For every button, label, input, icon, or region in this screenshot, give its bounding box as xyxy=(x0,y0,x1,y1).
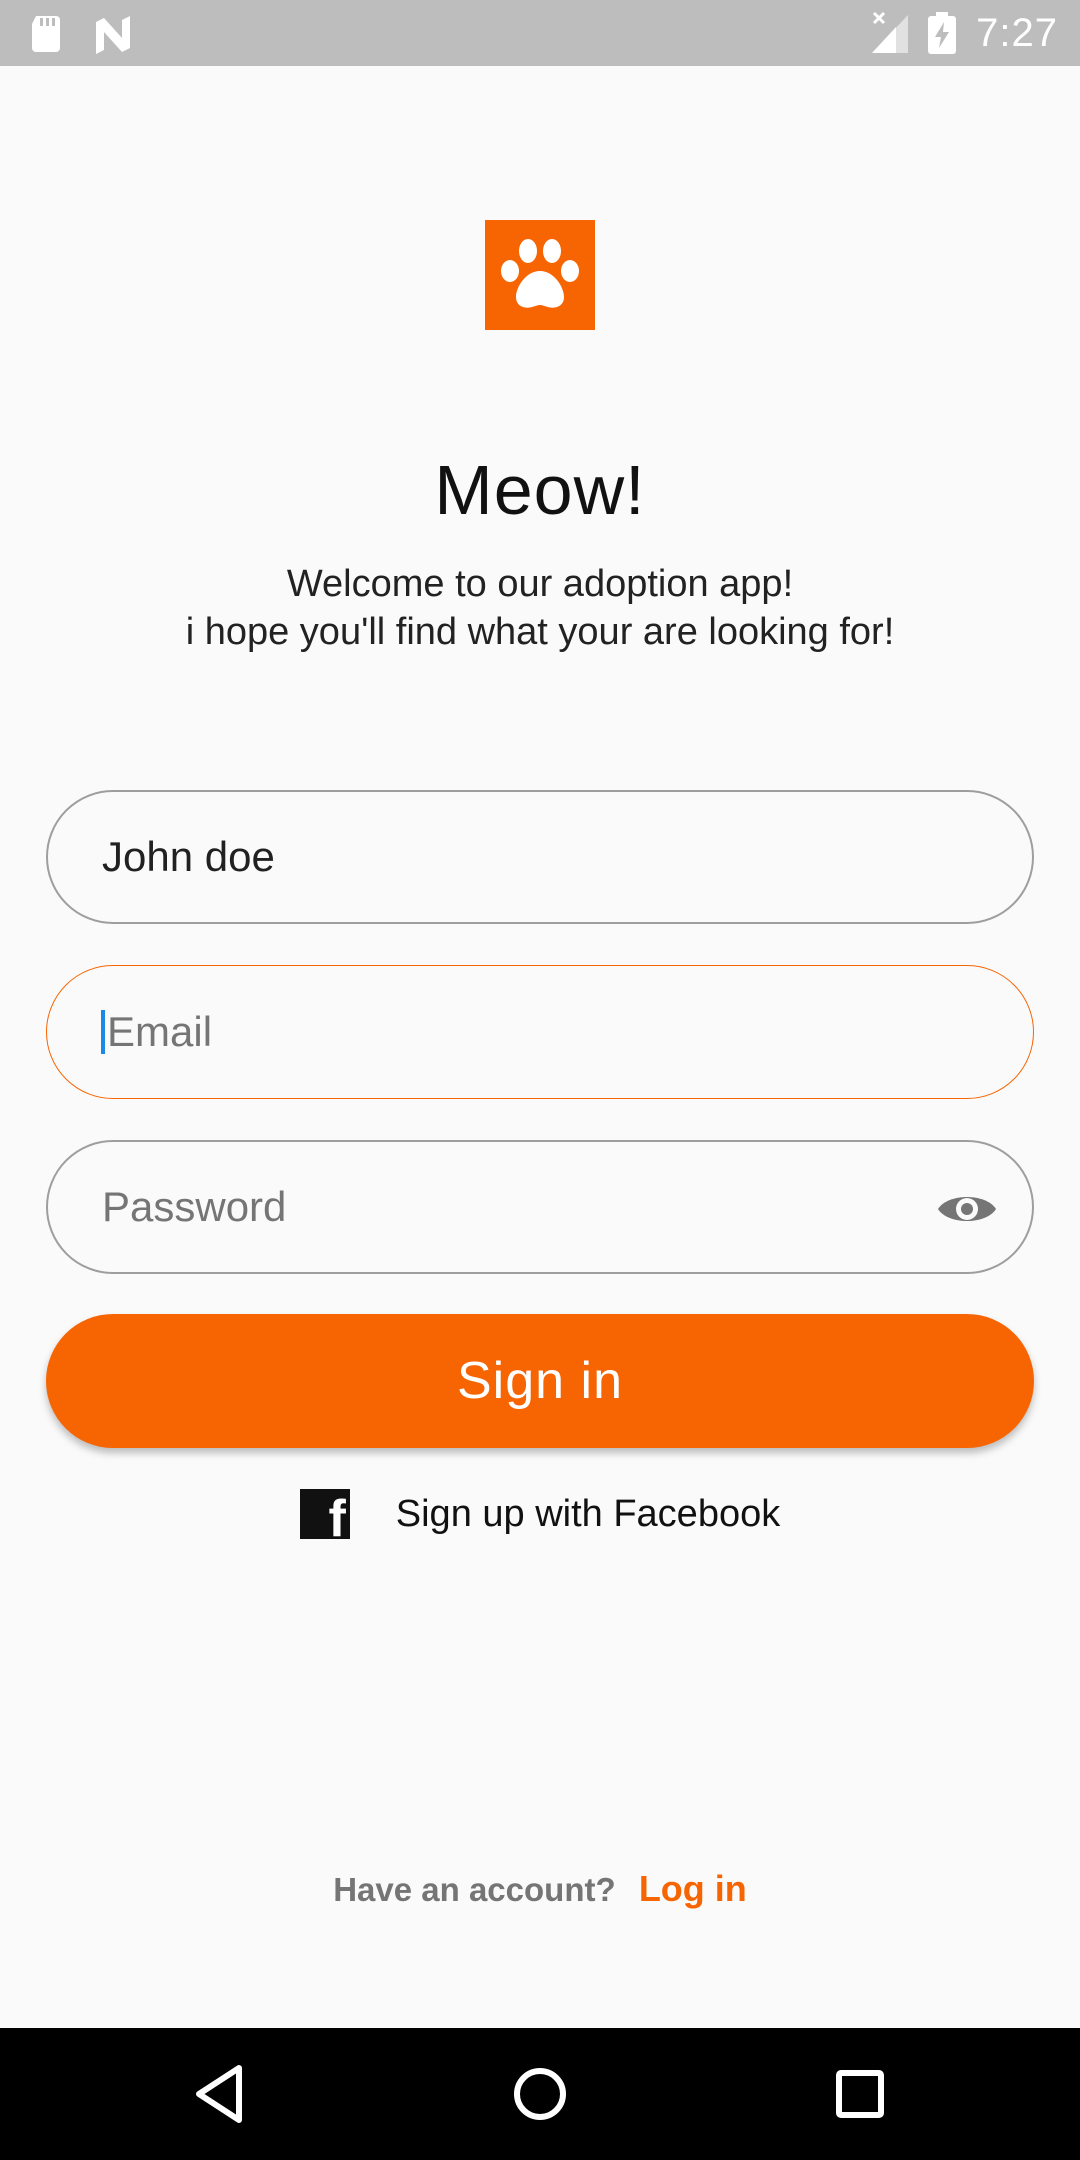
status-time: 7:27 xyxy=(976,10,1058,55)
battery-charging-icon xyxy=(928,12,957,54)
recents-icon[interactable] xyxy=(824,2058,896,2130)
login-prompt: Have an account? Log in xyxy=(0,1868,1080,1910)
page-title: Meow! xyxy=(434,451,646,529)
log-in-link[interactable]: Log in xyxy=(639,1868,747,1909)
have-account-text: Have an account? xyxy=(333,1871,616,1908)
paw-icon xyxy=(501,239,579,308)
email-field[interactable]: Email xyxy=(46,965,1034,1099)
facebook-signup-button[interactable]: f Sign up with Facebook xyxy=(0,1488,1080,1540)
app-logo xyxy=(485,220,595,330)
subtitle-line-1: Welcome to our adoption app! xyxy=(286,563,794,605)
name-value: John doe xyxy=(102,833,275,880)
n-notification-icon xyxy=(96,16,130,54)
facebook-icon: f xyxy=(299,1489,350,1539)
subtitle-line-2: i hope you'll find what your are looking… xyxy=(185,611,895,653)
status-right-icons: 7:27 xyxy=(870,0,1058,66)
show-password-button[interactable] xyxy=(936,1184,998,1234)
back-icon[interactable] xyxy=(185,2058,257,2130)
name-field[interactable]: John doe xyxy=(46,790,1034,924)
email-placeholder: Email xyxy=(107,1008,213,1055)
sign-in-button[interactable]: Sign in xyxy=(46,1314,1034,1448)
welcome-subtitle: Welcome to our adoption app! i hope you'… xyxy=(0,560,1080,656)
password-placeholder: Password xyxy=(102,1183,287,1230)
status-left-icons xyxy=(30,12,140,59)
status-bar: 7:27 xyxy=(0,0,1080,66)
facebook-signup-label: Sign up with Facebook xyxy=(395,1492,781,1535)
sd-card-icon xyxy=(32,16,60,52)
eye-icon xyxy=(938,1197,996,1221)
home-icon[interactable] xyxy=(504,2058,576,2130)
no-signal-icon xyxy=(872,11,909,53)
password-field[interactable]: Password xyxy=(46,1140,1034,1274)
system-nav-bar xyxy=(0,2028,1080,2160)
text-caret xyxy=(101,1010,105,1054)
